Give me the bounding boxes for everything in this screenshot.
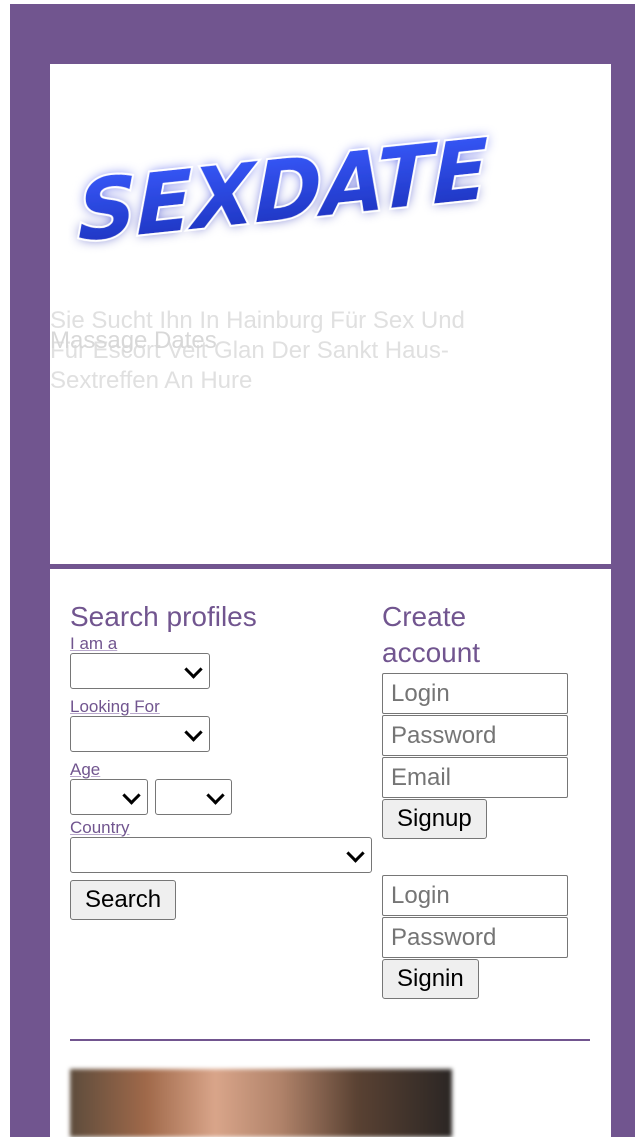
chevron-down-icon: [184, 723, 203, 742]
signin-login-input[interactable]: Login: [382, 875, 568, 916]
tagline-overlap-text: Massage Dates: [50, 327, 217, 354]
country-label: Country: [70, 818, 130, 837]
age-to-select[interactable]: [155, 779, 232, 815]
signup-button[interactable]: Signup: [382, 799, 487, 839]
header-panel: SEXDATE Sie Sucht Ihn In Hainburg Für Se…: [50, 64, 611, 564]
create-account-title-line1: Create: [382, 601, 467, 632]
chevron-down-icon: [346, 844, 365, 863]
profile-photo[interactable]: [70, 1069, 452, 1137]
chevron-down-icon: [184, 660, 203, 679]
frame-edge-left: [0, 0, 10, 1137]
signin-password-input[interactable]: Password: [382, 917, 568, 958]
create-account-title-line2: account: [382, 637, 481, 668]
i-am-label: I am a: [70, 634, 118, 653]
tagline: Sie Sucht Ihn In Hainburg Für Sex Und Fü…: [50, 306, 570, 396]
logo-text: SEXDATE: [78, 120, 488, 256]
sexdate-logo[interactable]: SEXDATE: [68, 116, 508, 256]
i-am-select[interactable]: [70, 653, 210, 689]
country-select[interactable]: [70, 837, 372, 873]
section-divider: [70, 1039, 590, 1041]
age-label: Age: [70, 760, 101, 779]
frame-edge-top: [0, 0, 639, 4]
age-from-select[interactable]: [70, 779, 148, 815]
create-account-title: Create account: [382, 599, 582, 671]
signup-login-input[interactable]: Login: [382, 673, 568, 714]
looking-for-select[interactable]: [70, 716, 210, 752]
tagline-line-3: Sextreffen An Hure: [50, 367, 253, 394]
frame-edge-right: [635, 0, 639, 1137]
content-panel: Search profiles I am a Looking For Age C…: [50, 569, 611, 1137]
chevron-down-icon: [206, 786, 225, 805]
search-form: Search profiles I am a Looking For Age C…: [70, 599, 380, 920]
signup-password-input[interactable]: Password: [382, 715, 568, 756]
signin-button[interactable]: Signin: [382, 959, 479, 999]
search-title: Search profiles: [70, 601, 257, 632]
looking-for-label: Looking For: [70, 697, 160, 716]
search-button[interactable]: Search: [70, 880, 177, 920]
account-forms: Create account Login Password Email Sign…: [382, 599, 582, 999]
signup-email-input[interactable]: Email: [382, 757, 568, 798]
chevron-down-icon: [122, 786, 141, 805]
